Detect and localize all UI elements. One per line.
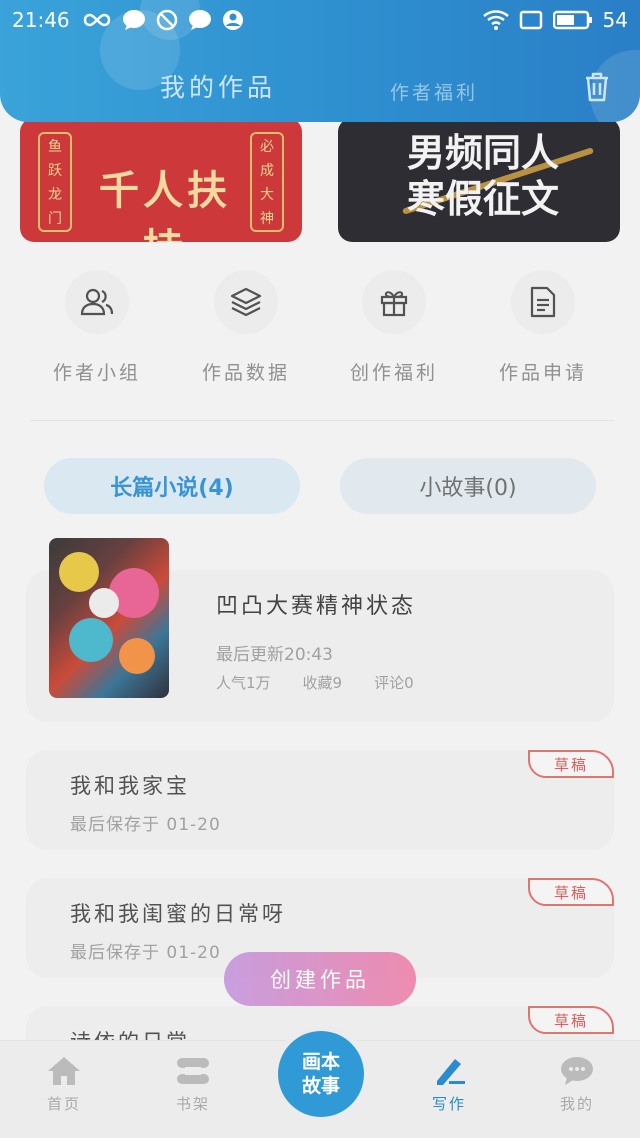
nav-write-label: 写作: [431, 1095, 466, 1113]
novel-updated: 最后更新20:43: [216, 645, 333, 665]
banner-right-line2: 寒假征文: [406, 176, 559, 221]
banner-right-line1: 男频同人: [406, 130, 559, 175]
banner-side-text-left: 鱼 跃 龙 门: [38, 132, 72, 232]
side-char: 跃: [48, 163, 62, 179]
draft-title: 我和我家宝: [70, 774, 190, 798]
quick-author-group[interactable]: 作者小组: [22, 270, 172, 385]
header-tabs: 我的作品 作者福利: [0, 68, 640, 108]
side-char: 门: [48, 211, 62, 227]
nav-home-label: 首页: [46, 1095, 81, 1113]
draft-title: 我和我闺蜜的日常呀: [70, 902, 286, 926]
side-char: 鱼: [48, 139, 62, 155]
status-time: 21:46: [12, 8, 70, 32]
banner-side-text-right: 必 成 大 神: [250, 132, 284, 232]
nav-shelf[interactable]: 书架: [143, 1055, 243, 1114]
side-char: 成: [260, 163, 274, 179]
novel-comments: 评论0: [374, 674, 414, 692]
create-work-button[interactable]: 创建作品: [224, 952, 416, 1006]
side-char: 必: [260, 139, 274, 155]
quick-work-data[interactable]: 作品数据: [171, 270, 321, 385]
sim-icon: [519, 10, 543, 30]
infinity-icon: [82, 12, 112, 28]
novel-stats: 人气1万 收藏9 评论0: [216, 672, 414, 693]
banner-right-title: 男频同人 寒假征文: [368, 130, 598, 222]
cover-shape: [59, 552, 99, 592]
nav-me[interactable]: 我的: [527, 1055, 627, 1114]
novel-popularity: 人气1万: [216, 674, 271, 692]
draft-badge: 草稿: [528, 750, 614, 778]
picture-story-button[interactable]: 画本 故事: [278, 1031, 364, 1117]
bookshelf-icon: [177, 1058, 209, 1084]
chat-icon: [188, 9, 212, 31]
trash-icon[interactable]: [584, 72, 610, 102]
quick-label: 创作福利: [349, 362, 438, 384]
side-char: 神: [260, 211, 274, 227]
cover-shape: [89, 588, 119, 618]
side-char: 大: [260, 187, 274, 203]
users-icon: [65, 270, 129, 334]
battery-icon: [552, 10, 593, 30]
home-icon: [48, 1057, 80, 1085]
tab-author-welfare[interactable]: 作者福利: [390, 78, 478, 105]
side-char: 龙: [48, 187, 62, 203]
pen-icon: [437, 1059, 465, 1085]
quick-label: 作品申请: [498, 362, 587, 384]
nav-home[interactable]: 首页: [14, 1055, 114, 1114]
account-icon: [222, 9, 244, 31]
banner-thousand-support[interactable]: 鱼 跃 龙 门 千人扶持 必 成 大 神: [20, 118, 302, 242]
bottom-nav: 首页 书架 画本 故事 写作 我的: [0, 1031, 640, 1138]
novel-favorites: 收藏9: [302, 674, 343, 692]
banner-left-title: 千人扶持: [99, 167, 231, 242]
draft-badge: 草稿: [528, 878, 614, 906]
section-divider: [30, 420, 614, 421]
quick-label: 作品数据: [201, 362, 290, 384]
quick-creation-welfare[interactable]: 创作福利: [319, 270, 469, 385]
gift-icon: [362, 270, 426, 334]
draft-badge: 草稿: [528, 1006, 614, 1034]
chat-bubble-icon: [561, 1057, 593, 1085]
chat-icon: [122, 9, 146, 31]
cover-shape: [119, 638, 155, 674]
block-icon: [156, 9, 178, 31]
layers-icon: [214, 270, 278, 334]
nav-me-label: 我的: [559, 1095, 594, 1113]
draft-card[interactable]: 我和我家宝 最后保存于 01-20 草稿: [26, 750, 614, 850]
app-header: 21:46 54 我的作品 作者福利: [0, 0, 640, 122]
quick-work-application[interactable]: 作品申请: [468, 270, 618, 385]
document-icon: [511, 270, 575, 334]
draft-date: 最后保存于 01-20: [70, 815, 221, 835]
tab-long-novels[interactable]: 长篇小说(4): [44, 458, 300, 514]
tab-short-stories[interactable]: 小故事(0): [340, 458, 596, 514]
tab-my-works[interactable]: 我的作品: [160, 68, 276, 104]
novel-cover-image[interactable]: [49, 538, 169, 698]
quick-label: 作者小组: [52, 362, 141, 384]
novel-title[interactable]: 凹凸大赛精神状态: [216, 588, 416, 620]
wifi-icon: [482, 10, 509, 30]
nav-shelf-label: 书架: [175, 1095, 210, 1113]
status-bar: 21:46 54: [0, 0, 640, 40]
draft-date: 最后保存于 01-20: [70, 943, 221, 963]
nav-write[interactable]: 写作: [399, 1055, 499, 1114]
cover-shape: [69, 618, 113, 662]
banner-winter-contest[interactable]: 男频同人 寒假征文: [338, 118, 620, 242]
quick-actions: 作者小组 作品数据 创作福利 作品申请: [0, 270, 640, 390]
battery-level: 54: [602, 8, 628, 32]
